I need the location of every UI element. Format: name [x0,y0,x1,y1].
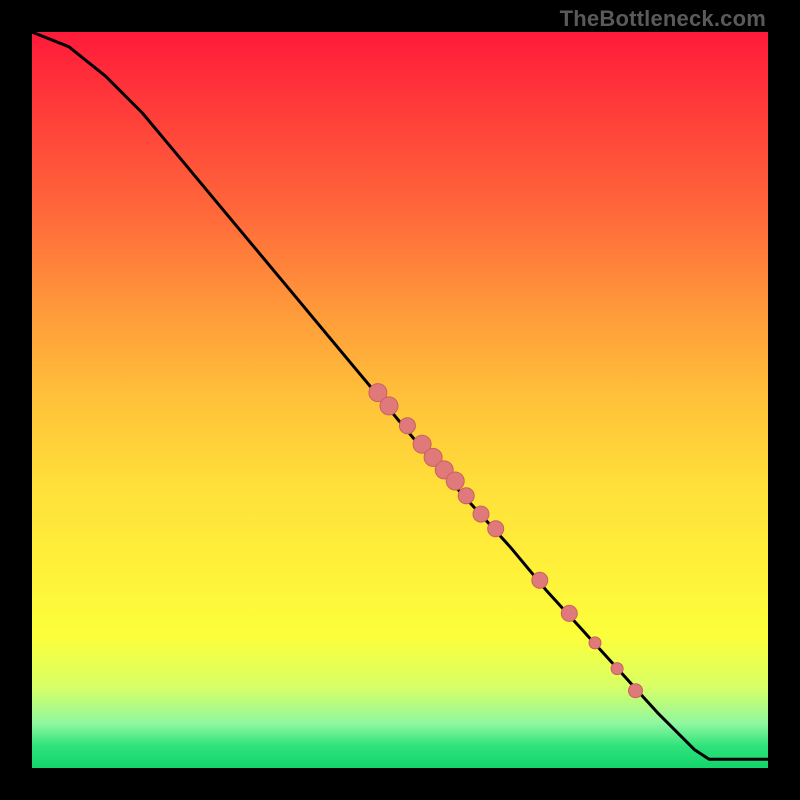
data-point [458,488,474,504]
data-point [380,397,398,415]
data-point [611,663,623,675]
data-point [488,521,504,537]
data-point [446,472,464,490]
data-point [589,637,601,649]
data-point [399,418,415,434]
curve-line [32,32,768,759]
data-point [532,572,548,588]
plot-area [32,32,768,768]
data-point [473,506,489,522]
chart-svg [32,32,768,768]
chart-frame: TheBottleneck.com [0,0,800,800]
data-point [629,684,643,698]
attribution-watermark: TheBottleneck.com [560,6,766,32]
data-point [561,605,577,621]
